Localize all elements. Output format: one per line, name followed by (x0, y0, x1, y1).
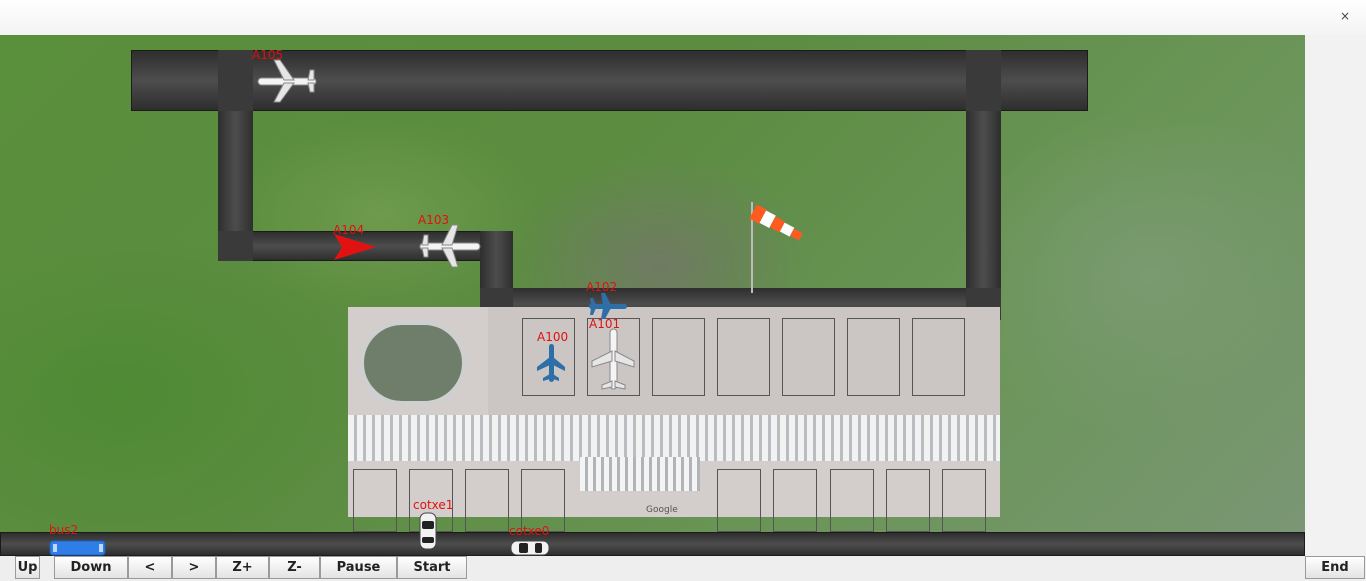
zoom-out-button[interactable]: Z- (269, 556, 320, 579)
taxiway-right-vertical (966, 111, 1001, 288)
bus-stand (521, 469, 565, 532)
window-titlebar: × (0, 0, 1366, 36)
gate-stand (847, 318, 900, 396)
terminal-roof (348, 415, 1000, 461)
gate-stand (912, 318, 965, 396)
parking-oval (358, 319, 468, 407)
bus-stand (717, 469, 761, 532)
map-credit: Google (646, 505, 678, 515)
airliner-icon[interactable] (254, 58, 320, 108)
taxiway-junction (218, 231, 253, 261)
bus-icon[interactable] (49, 540, 106, 556)
car-icon[interactable] (418, 512, 438, 554)
right-button[interactable]: > (172, 556, 216, 579)
control-toolbar: Up Down < > Z+ Z- Pause Start End (0, 556, 1366, 581)
vehicle-label: cotxe0 (509, 524, 550, 538)
bus-stand (465, 469, 509, 532)
taxiway-junction (966, 50, 1001, 111)
bus-stand (942, 469, 986, 532)
side-panel (1305, 35, 1366, 556)
bus-stand (353, 469, 397, 532)
gate-stand (782, 318, 835, 396)
bus-stand (886, 469, 930, 532)
fighter-jet-icon[interactable] (536, 343, 566, 387)
pause-button[interactable]: Pause (320, 556, 397, 579)
bus-stand (830, 469, 874, 532)
aircraft-label: A100 (537, 330, 569, 344)
left-button[interactable]: < (128, 556, 172, 579)
airliner-icon[interactable] (418, 223, 484, 273)
bus-stand (773, 469, 817, 532)
taxiway-left-vertical (218, 111, 253, 231)
windsock-icon (745, 198, 825, 297)
airliner-icon[interactable] (590, 327, 636, 395)
taxiway-junction (218, 50, 253, 111)
vehicle-label: bus2 (49, 523, 79, 537)
gate-stand (652, 318, 705, 396)
up-button[interactable]: Up (15, 556, 40, 579)
down-button[interactable]: Down (54, 556, 128, 579)
start-button[interactable]: Start (397, 556, 467, 579)
car-icon[interactable] (510, 540, 550, 556)
red-arrow-icon[interactable] (334, 234, 376, 264)
service-road (0, 532, 1305, 556)
terminal-roof-wing (580, 457, 700, 491)
zoom-in-button[interactable]: Z+ (216, 556, 269, 579)
end-button[interactable]: End (1305, 556, 1365, 579)
gate-stand (717, 318, 770, 396)
airport-map: Google A105 A104 A103 A102 A101 A100 bus… (0, 35, 1305, 556)
vehicle-label: cotxe1 (413, 498, 454, 512)
close-icon[interactable]: × (1338, 9, 1352, 23)
